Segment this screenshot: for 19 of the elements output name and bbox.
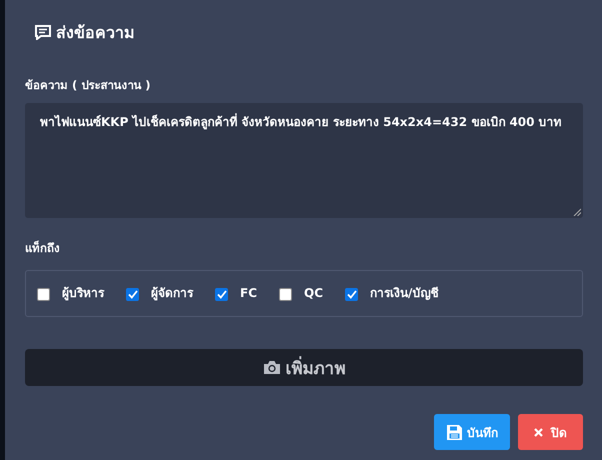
field-label: ข้อความ ( ประสานงาน ) [25, 77, 152, 94]
checkbox[interactable] [345, 288, 358, 301]
add-image-button[interactable]: เพิ่มภาพ [25, 349, 583, 386]
checkbox-label: การเงิน/บัญชี [370, 284, 438, 302]
camera-icon [262, 360, 280, 375]
checkbox[interactable] [37, 288, 50, 301]
resize-handle-icon[interactable] [573, 208, 581, 216]
checkbox-label: FC [240, 284, 258, 302]
checkbox-label: ผู้จัดการ [151, 284, 193, 302]
checkbox-label: QC [304, 284, 324, 302]
message-field[interactable]: พาไฟแนนซ์KKP ไปเช็คเครดิตลูกค้าที่ จังหวัดหนองคาย ระยะทาง 54x2x4=432 ขอเบิก 400 บาท [25, 103, 583, 218]
field-label: แท็กถึง [25, 240, 61, 257]
checkbox[interactable] [279, 288, 292, 301]
dialog-title: ส่งข้อความ [56, 22, 135, 44]
checkbox[interactable] [215, 288, 228, 301]
checkbox[interactable] [126, 288, 139, 301]
checkbox-label: ผู้บริหาร [62, 284, 104, 302]
message-icon [35, 24, 51, 40]
close-icon [534, 428, 543, 436]
